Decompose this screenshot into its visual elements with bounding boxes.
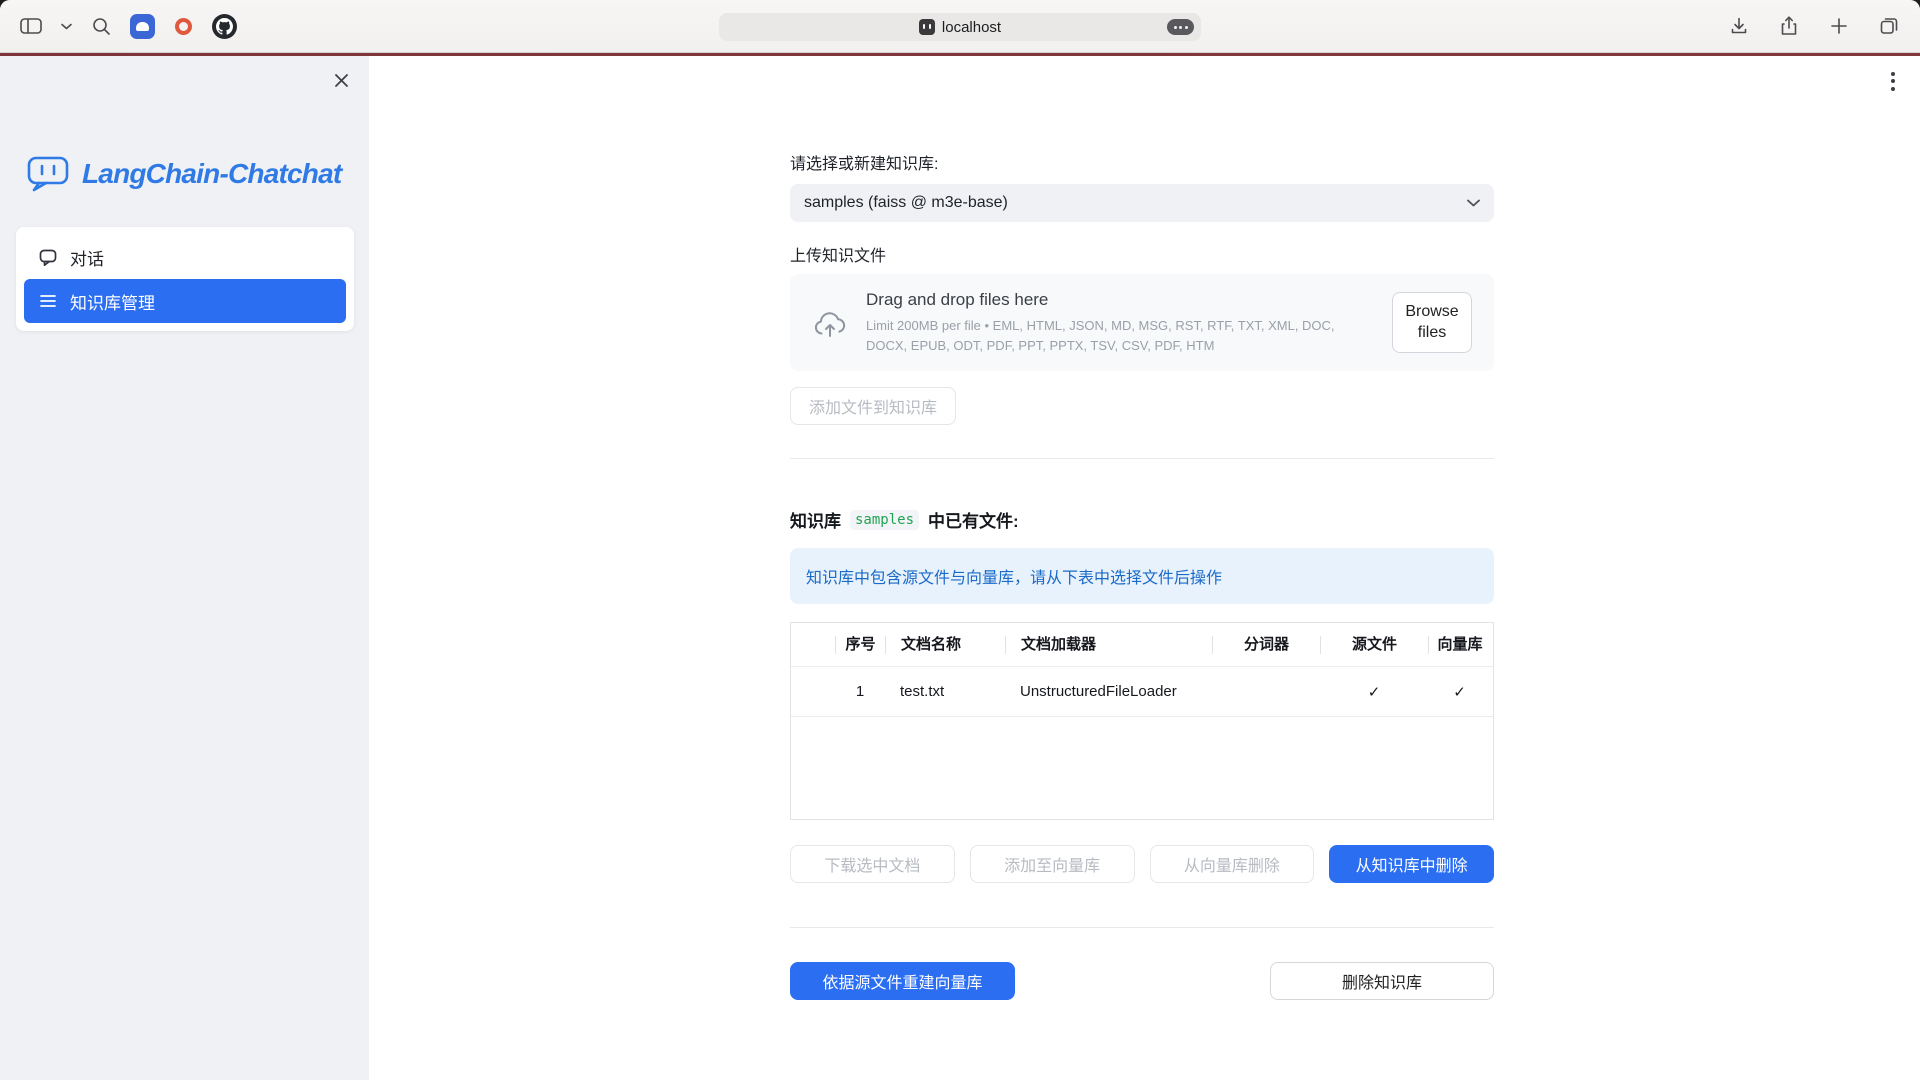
file-uploader-dropzone[interactable]: Drag and drop files here Limit 200MB per… bbox=[790, 274, 1494, 371]
streamlit-menu-icon[interactable] bbox=[1884, 70, 1902, 92]
kb-heading-prefix: 知识库 bbox=[790, 507, 841, 532]
uploader-texts: Drag and drop files here Limit 200MB per… bbox=[866, 290, 1374, 355]
url-bar[interactable]: localhost bbox=[719, 13, 1201, 41]
logo-chat-icon bbox=[26, 153, 72, 195]
delete-kb-button[interactable]: 删除知识库 bbox=[1270, 962, 1494, 1000]
toolbar-left-group bbox=[18, 13, 237, 39]
logo-text: LangChain-Chatchat bbox=[82, 158, 341, 190]
header-splitter[interactable]: 分词器 bbox=[1212, 636, 1320, 654]
remove-from-vector-store-button[interactable]: 从向量库删除 bbox=[1150, 845, 1315, 883]
browser-toolbar: localhost bbox=[0, 0, 1920, 53]
main-area: 请选择或新建知识库: samples (faiss @ m3e-base) 上传… bbox=[369, 56, 1920, 1080]
info-alert-text: 知识库中包含源文件与向量库，请从下表中选择文件后操作 bbox=[806, 564, 1222, 588]
new-tab-icon[interactable] bbox=[1826, 13, 1852, 39]
browse-files-button[interactable]: Browse files bbox=[1392, 292, 1472, 354]
tab-overview-icon[interactable] bbox=[1876, 13, 1902, 39]
kb-select-label: 请选择或新建知识库: bbox=[790, 150, 1494, 174]
sidebar-item-label: 知识库管理 bbox=[70, 289, 155, 314]
sidebar-chevron-icon[interactable] bbox=[60, 13, 72, 39]
sidebar: LangChain-Chatchat 对话 知识库管理 bbox=[0, 56, 369, 1080]
sidebar-close-icon[interactable] bbox=[331, 70, 351, 90]
upload-label: 上传知识文件 bbox=[790, 242, 1494, 266]
app-page: LangChain-Chatchat 对话 知识库管理 bbox=[0, 56, 1920, 1080]
add-files-to-kb-button[interactable]: 添加文件到知识库 bbox=[790, 387, 956, 425]
add-to-vector-store-button[interactable]: 添加至向量库 bbox=[970, 845, 1135, 883]
kb-management-buttons: 依据源文件重建向量库 删除知识库 bbox=[790, 962, 1494, 1000]
header-vector-store[interactable]: 向量库 bbox=[1428, 636, 1491, 654]
extension-icon-blue[interactable] bbox=[130, 14, 155, 39]
cell-source-check: ✓ bbox=[1320, 683, 1428, 701]
cell-vector-check: ✓ bbox=[1428, 683, 1491, 701]
content-column: 请选择或新建知识库: samples (faiss @ m3e-base) 上传… bbox=[790, 56, 1494, 1000]
kb-select[interactable]: samples (faiss @ m3e-base) bbox=[790, 184, 1494, 222]
kb-name-code: samples bbox=[850, 510, 919, 530]
tab-options-icon[interactable] bbox=[1167, 19, 1194, 35]
download-selected-button[interactable]: 下载选中文档 bbox=[790, 845, 955, 883]
header-source-file[interactable]: 源文件 bbox=[1320, 636, 1428, 654]
site-favicon bbox=[919, 19, 935, 35]
cell-doc-loader: UnstructuredFileLoader bbox=[1005, 683, 1212, 700]
info-alert: 知识库中包含源文件与向量库，请从下表中选择文件后操作 bbox=[790, 548, 1494, 604]
divider bbox=[790, 927, 1494, 928]
chevron-down-icon bbox=[1467, 199, 1480, 207]
cloud-upload-icon bbox=[812, 307, 848, 339]
github-extension-icon[interactable] bbox=[212, 14, 237, 39]
sidebar-item-label: 对话 bbox=[70, 245, 104, 270]
table-action-buttons: 下载选中文档 添加至向量库 从向量库删除 从知识库中删除 bbox=[790, 845, 1494, 883]
kb-heading-suffix: 中已有文件: bbox=[928, 507, 1019, 532]
delete-from-kb-button[interactable]: 从知识库中删除 bbox=[1329, 845, 1494, 883]
sidebar-toggle-icon[interactable] bbox=[18, 13, 44, 39]
downloads-icon[interactable] bbox=[1726, 13, 1752, 39]
files-table: 序号 文档名称 文档加载器 分词器 源文件 向量库 1 test.txt Uns… bbox=[790, 622, 1494, 820]
kb-select-value: samples (faiss @ m3e-base) bbox=[804, 194, 1008, 212]
share-icon[interactable] bbox=[1776, 13, 1802, 39]
files-table-header: 序号 文档名称 文档加载器 分词器 源文件 向量库 bbox=[791, 623, 1493, 667]
header-doc-loader[interactable]: 文档加载器 bbox=[1005, 636, 1212, 654]
chat-bubble-icon bbox=[38, 247, 58, 267]
cell-doc-name: test.txt bbox=[885, 683, 1005, 700]
sidebar-item-chat[interactable]: 对话 bbox=[24, 235, 346, 279]
browser-window: localhost bbox=[0, 0, 1920, 1080]
sidebar-menu: 对话 知识库管理 bbox=[16, 227, 354, 331]
knowledge-base-icon bbox=[38, 291, 58, 311]
uploader-title: Drag and drop files here bbox=[866, 290, 1374, 310]
header-index[interactable]: 序号 bbox=[835, 636, 885, 654]
url-text: localhost bbox=[942, 19, 1001, 36]
rebuild-vector-store-button[interactable]: 依据源文件重建向量库 bbox=[790, 962, 1015, 1000]
header-doc-name[interactable]: 文档名称 bbox=[885, 636, 1005, 654]
cell-index: 1 bbox=[835, 683, 885, 700]
extension-icon-ring[interactable] bbox=[171, 14, 196, 39]
toolbar-right-group bbox=[1726, 13, 1902, 39]
uploader-limit-text: Limit 200MB per file • EML, HTML, JSON, … bbox=[866, 316, 1374, 355]
divider bbox=[790, 458, 1494, 459]
app-logo: LangChain-Chatchat bbox=[26, 153, 341, 195]
sidebar-item-knowledge-base[interactable]: 知识库管理 bbox=[24, 279, 346, 323]
kb-files-heading: 知识库 samples 中已有文件: bbox=[790, 507, 1494, 532]
header-select-col bbox=[791, 636, 835, 654]
table-row[interactable]: 1 test.txt UnstructuredFileLoader ✓ ✓ bbox=[791, 667, 1493, 717]
search-icon[interactable] bbox=[88, 13, 114, 39]
